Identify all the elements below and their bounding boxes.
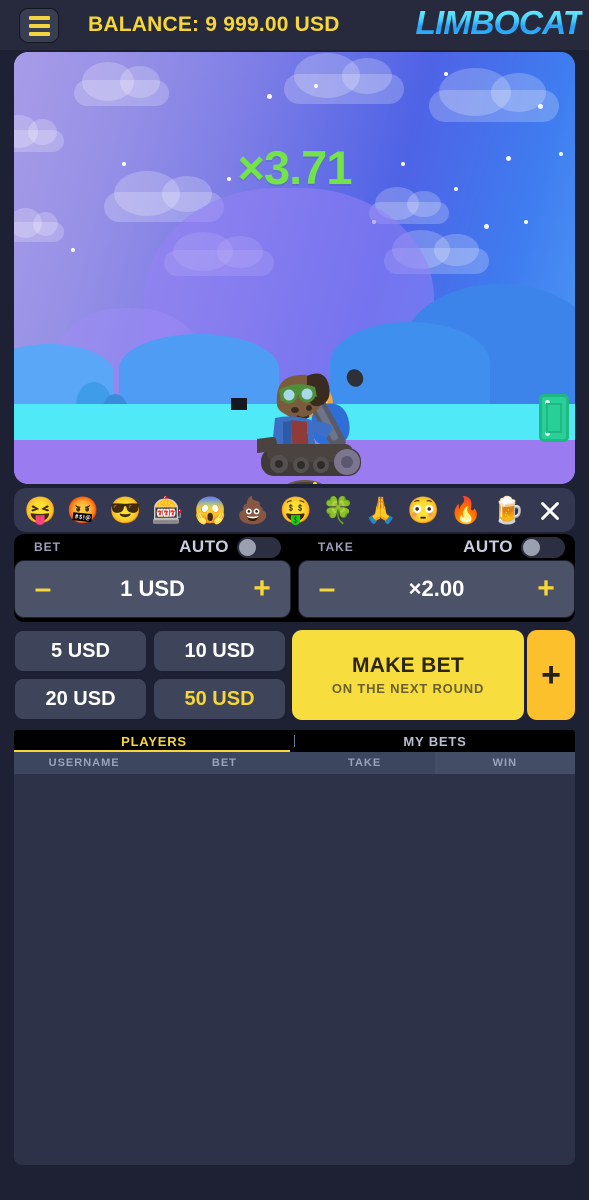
bet-header: BET AUTO [14,534,291,560]
take-auto-group[interactable]: AUTO [463,536,565,558]
emoji-sunglasses[interactable]: 😎 [109,497,141,523]
hamburger-icon-line [28,15,50,20]
top-bar: BALANCE: 9 999.00 USD LIMBOCAT [0,0,589,50]
toggle-knob [239,538,256,556]
quick-bet-10[interactable]: 10 USD [153,630,286,672]
game-canvas[interactable]: ×3.71 [14,52,575,484]
tab-my-bets[interactable]: MY BETS [295,730,575,752]
emoji-flushed[interactable]: 😳 [407,497,439,523]
bet-auto-group[interactable]: AUTO [179,536,281,558]
app-logo: LIMBOCAT [415,4,584,41]
controls-strip: BET AUTO – 1 USD + TAKE AUTO – ×2.00 + [14,534,575,622]
take-label: TAKE [318,540,354,554]
quick-bet-group: 5 USD 10 USD 20 USD 50 USD [14,630,286,720]
quick-bet-50[interactable]: 50 USD [153,678,286,720]
star [71,248,75,252]
tab-bar: PLAYERS MY BETS [14,730,575,752]
column-header-bet: BET [211,757,237,769]
make-bet-button[interactable]: MAKE BET ON THE NEXT ROUND [292,630,524,720]
player-character [252,352,377,484]
star [524,220,528,224]
emoji-screaming[interactable]: 😱 [194,497,226,523]
tab-players[interactable]: PLAYERS [14,730,294,752]
toggle-knob [523,538,540,556]
hamburger-icon-line [28,31,50,36]
emoji-beer[interactable]: 🍺 [492,497,524,523]
close-icon[interactable] [535,495,565,525]
column-header-username: USERNAME [48,757,120,769]
hamburger-icon-line [28,23,50,28]
emoji-bar: 😝 🤬 😎 🎰 😱 💩 🤑 🍀 🙏 😳 🔥 🍺 [14,488,575,532]
take-decrease-button[interactable]: – [299,574,355,604]
ground-marker [231,398,247,410]
star [267,94,272,99]
emoji-clover[interactable]: 🍀 [322,497,354,523]
star [538,104,543,109]
bet-control-group: BET AUTO – 1 USD + [14,534,291,622]
emoji-cursing[interactable]: 🤬 [67,497,99,523]
take-stepper: – ×2.00 + [298,560,575,618]
bet-stepper: – 1 USD + [14,560,291,618]
cloud [14,208,64,242]
make-bet-title: MAKE BET [351,654,465,677]
emoji-poop[interactable]: 💩 [237,497,269,523]
table-header-row: USERNAME BET TAKE WIN [14,752,575,774]
bet-auto-label: AUTO [179,537,229,556]
take-increase-button[interactable]: + [518,574,574,604]
star [444,72,448,76]
take-header: TAKE AUTO [298,534,575,560]
take-value[interactable]: ×2.00 [355,576,518,602]
cat-tank-icon [252,369,364,484]
take-control-group: TAKE AUTO – ×2.00 + [298,534,575,622]
emoji-slot-machine[interactable]: 🎰 [152,497,184,523]
balance-display: BALANCE: 9 999.00 USD [88,13,340,36]
emoji-squinting-tongue[interactable]: 😝 [24,497,56,523]
table-body[interactable] [14,774,575,1165]
cloud [74,61,169,106]
emoji-folded-hands[interactable]: 🙏 [365,497,397,523]
column-header-take: TAKE [348,757,382,769]
bet-label: BET [34,540,61,554]
column-header-win: WIN [434,752,575,774]
add-bet-button[interactable]: + [527,630,575,720]
bet-decrease-button[interactable]: – [15,574,71,604]
make-bet-subtitle: ON THE NEXT ROUND [331,681,485,696]
quick-bet-20[interactable]: 20 USD [14,678,147,720]
star [484,224,489,229]
crate-icon [539,394,569,442]
bet-auto-toggle[interactable] [237,536,281,558]
emoji-fire[interactable]: 🔥 [450,497,482,523]
star [314,84,318,88]
bet-increase-button[interactable]: + [234,574,290,604]
multiplier-display: ×3.71 [237,141,353,194]
hill [119,334,279,404]
take-auto-toggle[interactable] [521,536,565,558]
emoji-money-mouth[interactable]: 🤑 [279,497,311,523]
take-auto-label: AUTO [463,537,513,556]
menu-button[interactable] [19,8,59,43]
bet-value[interactable]: 1 USD [71,576,234,602]
cloud [284,53,404,104]
quick-bet-5[interactable]: 5 USD [14,630,147,672]
